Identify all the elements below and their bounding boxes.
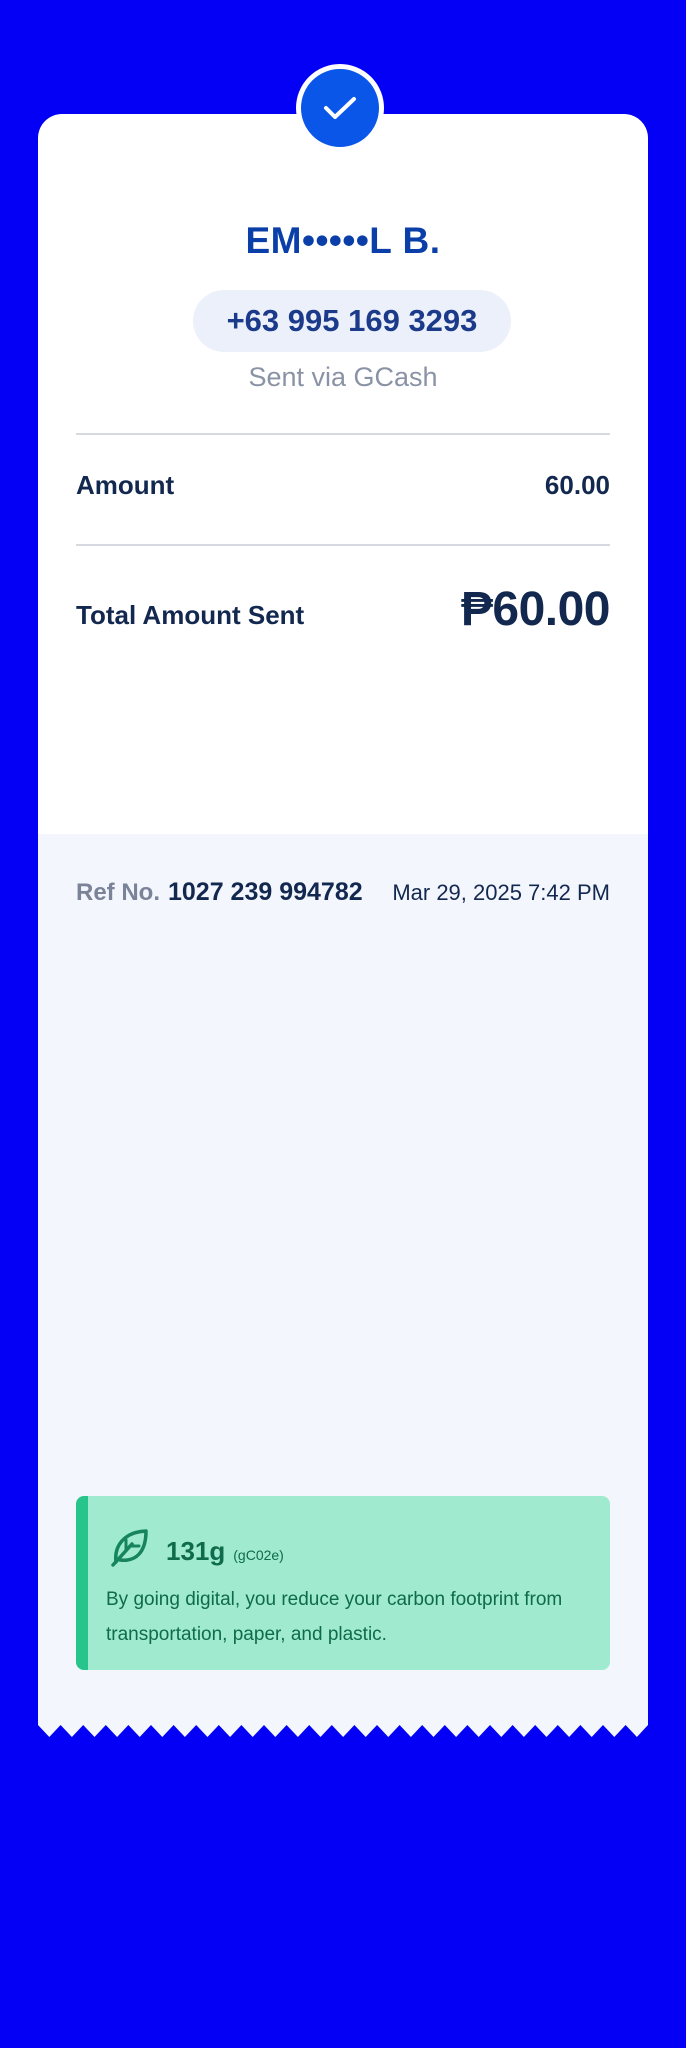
checkmark-icon [324, 97, 356, 119]
total-value: ₱60.00 [460, 583, 611, 636]
carbon-value: 131g [166, 1536, 226, 1566]
amount-label: Amount [76, 470, 175, 500]
carbon-footprint-card: 131g (gC02e) By going digital, you reduc… [76, 1496, 610, 1670]
receipt-torn-edge [38, 1725, 648, 1739]
transaction-datetime: Mar 29, 2025 7:42 PM [392, 880, 610, 905]
sent-via-label: Sent via GCash [248, 362, 438, 392]
success-badge [296, 64, 384, 152]
reference-line: Ref No. 1027 239 994782 Mar 29, 2025 7:4… [76, 878, 610, 907]
total-label: Total Amount Sent [76, 600, 305, 630]
leaf-icon [111, 1529, 148, 1567]
eco-accent-stripe [76, 1496, 88, 1670]
ref-label: Ref No. [76, 879, 160, 906]
divider [76, 433, 610, 435]
divider [76, 544, 610, 546]
carbon-amount: 131g (gC02e) [166, 1536, 284, 1567]
carbon-unit: (gC02e) [233, 1547, 284, 1563]
carbon-message: By going digital, you reduce your carbon… [106, 1589, 563, 1645]
transaction-receipt: EM•••••L B. +63 995 169 3293 Sent via GC… [38, 64, 648, 1739]
recipient-phone: +63 995 169 3293 [193, 290, 511, 352]
recipient-name: EM•••••L B. [245, 220, 441, 261]
amount-value: 60.00 [544, 470, 610, 500]
ref-number[interactable]: 1027 239 994782 [168, 878, 363, 907]
